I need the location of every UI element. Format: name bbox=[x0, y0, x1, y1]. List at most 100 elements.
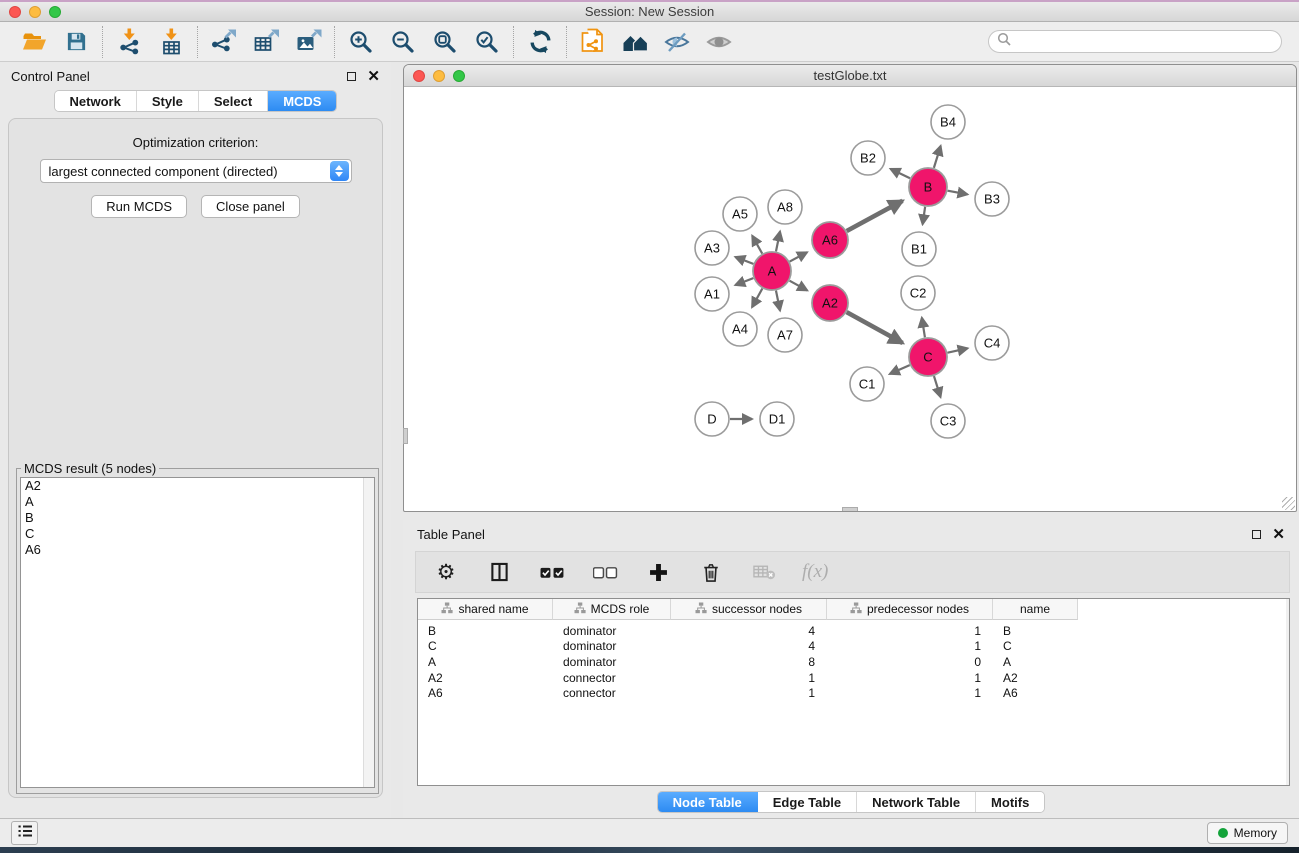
table-settings-gear-icon[interactable]: ⚙ bbox=[431, 557, 461, 587]
graph-node-A1[interactable]: A1 bbox=[695, 277, 729, 311]
table-tab-edge-table[interactable]: Edge Table bbox=[758, 792, 857, 812]
search-field[interactable] bbox=[988, 30, 1282, 53]
cell-predecessor_nodes[interactable]: 1 bbox=[827, 685, 993, 701]
cell-predecessor_nodes[interactable]: 0 bbox=[827, 654, 993, 670]
select-all-checkboxes-icon[interactable] bbox=[537, 557, 567, 587]
cell-successor_nodes[interactable]: 8 bbox=[671, 654, 827, 670]
cell-mcds_role[interactable]: connector bbox=[553, 685, 671, 701]
run-mcds-button[interactable]: Run MCDS bbox=[91, 195, 187, 218]
optimization-criterion-select[interactable]: largest connected component (directed) bbox=[40, 159, 352, 183]
column-header-name[interactable]: name bbox=[993, 599, 1078, 620]
result-item[interactable]: C bbox=[21, 526, 374, 542]
cell-shared_name[interactable]: A2 bbox=[418, 670, 553, 686]
import-network-icon[interactable] bbox=[114, 27, 144, 57]
search-input[interactable] bbox=[1016, 35, 1273, 49]
result-item[interactable]: B bbox=[21, 510, 374, 526]
cell-successor_nodes[interactable]: 1 bbox=[671, 685, 827, 701]
cell-predecessor_nodes[interactable]: 1 bbox=[827, 623, 993, 639]
cell-predecessor_nodes[interactable]: 1 bbox=[827, 639, 993, 655]
zoom-out-icon[interactable] bbox=[388, 27, 418, 57]
tab-select[interactable]: Select bbox=[199, 91, 268, 111]
cell-shared_name[interactable]: C bbox=[418, 639, 553, 655]
graph-node-D1[interactable]: D1 bbox=[760, 402, 794, 436]
close-table-panel-icon[interactable]: ✕ bbox=[1272, 527, 1285, 542]
table-row[interactable]: A6connector11A6 bbox=[418, 685, 1289, 701]
tab-network[interactable]: Network bbox=[55, 91, 137, 111]
graph-node-C[interactable]: C bbox=[909, 338, 947, 376]
close-panel-button[interactable]: Close panel bbox=[201, 195, 300, 218]
tab-style[interactable]: Style bbox=[137, 91, 199, 111]
graph-node-A4[interactable]: A4 bbox=[723, 312, 757, 346]
refresh-layout-icon[interactable] bbox=[525, 27, 555, 57]
cell-successor_nodes[interactable]: 4 bbox=[671, 639, 827, 655]
mcds-result-list[interactable]: A2ABCA6 bbox=[20, 477, 375, 788]
minimize-network-button[interactable] bbox=[433, 70, 445, 82]
cell-shared_name[interactable]: B bbox=[418, 623, 553, 639]
create-column-plus-icon[interactable] bbox=[643, 557, 673, 587]
cell-name[interactable]: A6 bbox=[993, 685, 1078, 701]
minimize-window-button[interactable] bbox=[29, 6, 41, 18]
cell-mcds_role[interactable]: dominator bbox=[553, 623, 671, 639]
app-titlebar[interactable]: Session: New Session bbox=[0, 2, 1299, 22]
cell-shared_name[interactable]: A6 bbox=[418, 685, 553, 701]
hide-eye-slash-icon[interactable] bbox=[662, 27, 692, 57]
graph-node-C1[interactable]: C1 bbox=[850, 367, 884, 401]
new-network-from-selection-icon[interactable] bbox=[578, 27, 608, 57]
table-row[interactable]: Adominator80A bbox=[418, 654, 1289, 670]
network-hscroll-thumb[interactable] bbox=[842, 507, 858, 511]
open-folder-icon[interactable] bbox=[19, 27, 49, 57]
memory-button[interactable]: Memory bbox=[1207, 822, 1288, 844]
cell-mcds_role[interactable]: connector bbox=[553, 670, 671, 686]
cell-successor_nodes[interactable]: 4 bbox=[671, 623, 827, 639]
graph-node-A7[interactable]: A7 bbox=[768, 318, 802, 352]
result-item[interactable]: A2 bbox=[21, 478, 374, 494]
graph-node-C3[interactable]: C3 bbox=[931, 404, 965, 438]
task-history-button[interactable] bbox=[11, 821, 38, 845]
close-panel-icon[interactable]: ✕ bbox=[367, 69, 380, 84]
graph-node-A5[interactable]: A5 bbox=[723, 197, 757, 231]
graph-node-A[interactable]: A bbox=[753, 252, 791, 290]
cell-mcds_role[interactable]: dominator bbox=[553, 639, 671, 655]
zoom-selected-icon[interactable] bbox=[472, 27, 502, 57]
graph-node-A6[interactable]: A6 bbox=[812, 222, 848, 258]
zoom-in-icon[interactable] bbox=[346, 27, 376, 57]
cell-shared_name[interactable]: A bbox=[418, 654, 553, 670]
column-header-predecessor-nodes[interactable]: predecessor nodes bbox=[827, 599, 993, 620]
export-network-icon[interactable] bbox=[209, 27, 239, 57]
cell-name[interactable]: A2 bbox=[993, 670, 1078, 686]
delete-columns-trash-icon[interactable] bbox=[696, 557, 726, 587]
column-header-shared-name[interactable]: shared name bbox=[418, 599, 553, 620]
cell-name[interactable]: A bbox=[993, 654, 1078, 670]
cell-successor_nodes[interactable]: 1 bbox=[671, 670, 827, 686]
column-header-mcds-role[interactable]: MCDS role bbox=[553, 599, 671, 620]
result-item[interactable]: A6 bbox=[21, 542, 374, 558]
table-row[interactable]: Cdominator41C bbox=[418, 639, 1289, 655]
network-vscroll-thumb[interactable] bbox=[403, 428, 408, 444]
graph-node-B[interactable]: B bbox=[909, 168, 947, 206]
table-scrollbar[interactable] bbox=[1286, 599, 1289, 785]
network-window-titlebar[interactable]: testGlobe.txt bbox=[404, 65, 1296, 87]
table-tab-network-table[interactable]: Network Table bbox=[857, 792, 976, 812]
float-table-panel-icon[interactable] bbox=[1252, 530, 1261, 539]
graph-node-C2[interactable]: C2 bbox=[901, 276, 935, 310]
cell-mcds_role[interactable]: dominator bbox=[553, 654, 671, 670]
zoom-network-button[interactable] bbox=[453, 70, 465, 82]
houses-icon[interactable] bbox=[620, 27, 650, 57]
close-window-button[interactable] bbox=[9, 6, 21, 18]
zoom-window-button[interactable] bbox=[49, 6, 61, 18]
float-panel-icon[interactable] bbox=[347, 72, 356, 81]
close-network-button[interactable] bbox=[413, 70, 425, 82]
table-tab-motifs[interactable]: Motifs bbox=[976, 792, 1044, 812]
export-image-icon[interactable] bbox=[293, 27, 323, 57]
tab-mcds[interactable]: MCDS bbox=[268, 91, 336, 111]
show-column-icon[interactable] bbox=[484, 557, 514, 587]
cell-predecessor_nodes[interactable]: 1 bbox=[827, 670, 993, 686]
graph-node-B1[interactable]: B1 bbox=[902, 232, 936, 266]
graph-node-B4[interactable]: B4 bbox=[931, 105, 965, 139]
import-table-icon[interactable] bbox=[156, 27, 186, 57]
graph-node-A8[interactable]: A8 bbox=[768, 190, 802, 224]
graph-node-B2[interactable]: B2 bbox=[851, 141, 885, 175]
graph-node-C4[interactable]: C4 bbox=[975, 326, 1009, 360]
graph-node-D[interactable]: D bbox=[695, 402, 729, 436]
network-canvas[interactable]: B4B2BB3A8A5A6A3B1AA1C2A2A4A7C4CC1C3DD1 bbox=[404, 88, 1296, 511]
